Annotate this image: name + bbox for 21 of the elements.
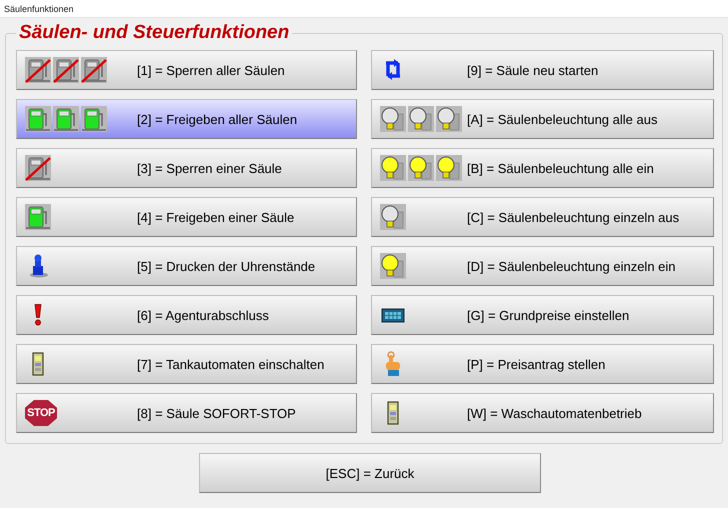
function-button[interactable]: STOP [8] = Säule SOFORT-STOP	[16, 393, 357, 433]
stop-sign: STOP	[25, 400, 57, 426]
function-button[interactable]: [C] = Säulenbeleuchtung einzeln aus	[371, 197, 714, 237]
back-button[interactable]: [ESC] = Zurück	[199, 453, 541, 493]
function-button[interactable]: [2] = Freigeben aller Säulen	[16, 99, 357, 139]
function-button[interactable]: [4] = Freigeben einer Säule	[16, 197, 357, 237]
function-button[interactable]: [A] = Säulenbeleuchtung alle aus	[371, 99, 714, 139]
function-button[interactable]: [P] = Preisantrag stellen	[371, 344, 714, 384]
function-button[interactable]: [D] = Säulenbeleuchtung einzeln ein	[371, 246, 714, 286]
group-title: Säulen- und Steuerfunktionen	[18, 22, 290, 44]
function-button[interactable]: [G] = Grundpreise einstellen	[371, 295, 714, 335]
exclamation-icon	[34, 304, 42, 326]
function-button[interactable]: [7] = Tankautomaten einschalten	[16, 344, 357, 384]
function-button[interactable]: [3] = Sperren einer Säule	[16, 148, 357, 188]
function-button[interactable]: [6] = Agenturabschluss	[16, 295, 357, 335]
function-button[interactable]: [5] = Drucken der Uhrenstände	[16, 246, 357, 286]
function-button[interactable]: [9] = Säule neu starten	[371, 50, 714, 90]
function-button[interactable]: [1] = Sperren aller Säulen	[16, 50, 357, 90]
function-button[interactable]: [B] = Säulenbeleuchtung alle ein	[371, 148, 714, 188]
function-button[interactable]: [W] = Waschautomatenbetrieb	[371, 393, 714, 433]
window-title: Säulenfunktionen	[4, 4, 74, 14]
